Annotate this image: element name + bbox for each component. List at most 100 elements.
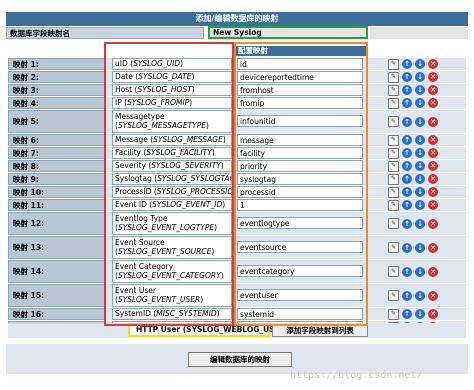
delete-icon[interactable]: ✕ bbox=[428, 174, 438, 184]
arrow-down-icon[interactable]: ↓ bbox=[415, 309, 425, 319]
delete-icon[interactable]: ✕ bbox=[428, 218, 438, 229]
arrow-down-icon[interactable]: ↓ bbox=[415, 161, 425, 171]
arrow-down-icon[interactable]: ↓ bbox=[415, 200, 425, 210]
row-actions: ✎↑↓✕ bbox=[388, 58, 442, 70]
arrow-down-icon[interactable]: ↓ bbox=[415, 98, 425, 108]
arrow-up-icon[interactable]: ↑ bbox=[402, 135, 412, 145]
mapping-row-label: 映射 12: bbox=[8, 212, 106, 235]
row-actions: ✎↑↓✕ bbox=[388, 260, 442, 283]
delete-icon[interactable]: ✕ bbox=[428, 135, 438, 145]
delete-icon[interactable]: ✕ bbox=[428, 98, 438, 108]
property-highlight-box bbox=[104, 42, 234, 326]
mapping-row-label: 映射 2: bbox=[8, 71, 106, 83]
delete-icon[interactable]: ✕ bbox=[428, 309, 438, 319]
arrow-down-icon[interactable]: ↓ bbox=[415, 266, 425, 277]
edit-icon[interactable]: ✎ bbox=[388, 266, 399, 277]
arrow-down-icon[interactable]: ↓ bbox=[415, 85, 425, 95]
row-actions: ✎↑↓✕ bbox=[388, 173, 442, 185]
arrow-up-icon[interactable]: ↑ bbox=[402, 200, 412, 210]
mapping-row-label: 映射 1: bbox=[8, 58, 106, 70]
row-actions: ✎↑↓✕ bbox=[388, 236, 442, 259]
save-mapping-button[interactable]: 编辑数据库的映射 bbox=[188, 352, 292, 367]
dialog-title: 添加/编辑数据库的映射 bbox=[6, 12, 468, 26]
row-actions: ✎↑↓✕ bbox=[388, 97, 442, 109]
arrow-up-icon[interactable]: ↑ bbox=[402, 187, 412, 197]
delete-icon[interactable]: ✕ bbox=[428, 242, 438, 253]
arrow-down-icon[interactable]: ↓ bbox=[415, 59, 425, 69]
arrow-up-icon[interactable]: ↑ bbox=[402, 218, 412, 229]
delete-icon[interactable]: ✕ bbox=[428, 200, 438, 210]
delete-icon[interactable]: ✕ bbox=[428, 161, 438, 171]
mapping-name-input[interactable]: New Syslog bbox=[208, 26, 368, 39]
arrow-up-icon[interactable]: ↑ bbox=[402, 161, 412, 171]
mapping-row-label: 映射 15: bbox=[8, 284, 106, 307]
arrow-down-icon[interactable]: ↓ bbox=[415, 174, 425, 184]
edit-icon[interactable]: ✎ bbox=[388, 97, 399, 109]
delete-icon[interactable]: ✕ bbox=[428, 148, 438, 158]
mapping-row-label: 映射 4: bbox=[8, 97, 106, 109]
arrow-up-icon[interactable]: ↑ bbox=[402, 290, 412, 301]
row-actions: ✎↑↓✕ bbox=[388, 110, 442, 133]
arrow-up-icon[interactable]: ↑ bbox=[402, 59, 412, 69]
name-row-spacer bbox=[370, 27, 468, 39]
edit-icon[interactable]: ✎ bbox=[388, 134, 399, 146]
arrow-down-icon[interactable]: ↓ bbox=[415, 242, 425, 253]
arrow-down-icon[interactable]: ↓ bbox=[415, 290, 425, 301]
arrow-down-icon[interactable]: ↓ bbox=[415, 135, 425, 145]
mapping-row-label: 映射 11: bbox=[8, 199, 106, 211]
delete-icon[interactable]: ✕ bbox=[428, 85, 438, 95]
mapping-row-label: 映射 6: bbox=[8, 134, 106, 146]
edit-icon[interactable]: ✎ bbox=[388, 71, 399, 83]
arrow-up-icon[interactable]: ↑ bbox=[402, 242, 412, 253]
mapping-highlight-box bbox=[234, 42, 368, 326]
arrow-down-icon[interactable]: ↓ bbox=[415, 72, 425, 82]
edit-icon[interactable]: ✎ bbox=[388, 186, 399, 198]
edit-icon[interactable]: ✎ bbox=[388, 290, 399, 301]
mapping-row-label: 映射 9: bbox=[8, 173, 106, 185]
row-actions: ✎↑↓✕ bbox=[388, 284, 442, 307]
delete-icon[interactable]: ✕ bbox=[428, 290, 438, 301]
edit-icon[interactable]: ✎ bbox=[388, 116, 399, 127]
edit-icon[interactable]: ✎ bbox=[388, 218, 399, 229]
arrow-up-icon[interactable]: ↑ bbox=[402, 174, 412, 184]
mapping-row-label: 映射 7: bbox=[8, 147, 106, 159]
arrow-up-icon[interactable]: ↑ bbox=[402, 266, 412, 277]
row-actions: ✎↑↓✕ bbox=[388, 147, 442, 159]
arrow-up-icon[interactable]: ↑ bbox=[402, 98, 412, 108]
arrow-up-icon[interactable]: ↑ bbox=[402, 85, 412, 95]
mapping-row-label: 映射 16: bbox=[8, 308, 106, 320]
delete-icon[interactable]: ✕ bbox=[428, 72, 438, 82]
edit-icon[interactable]: ✎ bbox=[388, 160, 399, 172]
row-actions: ✎↑↓✕ bbox=[388, 84, 442, 96]
arrow-up-icon[interactable]: ↑ bbox=[402, 148, 412, 158]
arrow-up-icon[interactable]: ↑ bbox=[402, 116, 412, 127]
arrow-up-icon[interactable]: ↑ bbox=[402, 309, 412, 319]
mapping-row-label: 映射 13: bbox=[8, 236, 106, 259]
arrow-up-icon[interactable]: ↑ bbox=[402, 72, 412, 82]
edit-icon[interactable]: ✎ bbox=[388, 58, 399, 70]
row-actions: ✎↑↓✕ bbox=[388, 308, 442, 320]
edit-icon[interactable]: ✎ bbox=[388, 308, 399, 320]
delete-icon[interactable]: ✕ bbox=[428, 187, 438, 197]
row-actions: ✎↑↓✕ bbox=[388, 212, 442, 235]
watermark: https://blog.csdn.net/ bbox=[290, 370, 423, 381]
row-actions: ✎↑↓✕ bbox=[388, 160, 442, 172]
mapping-row-label: 映射 14: bbox=[8, 260, 106, 283]
edit-icon[interactable]: ✎ bbox=[388, 147, 399, 159]
arrow-down-icon[interactable]: ↓ bbox=[415, 148, 425, 158]
delete-icon[interactable]: ✕ bbox=[428, 266, 438, 277]
row-actions: ✎↑↓✕ bbox=[388, 199, 442, 211]
mapping-row-label: 映射 10: bbox=[8, 186, 106, 198]
delete-icon[interactable]: ✕ bbox=[428, 116, 438, 127]
row-actions: ✎↑↓✕ bbox=[388, 186, 442, 198]
arrow-down-icon[interactable]: ↓ bbox=[415, 218, 425, 229]
mapping-row-label: 映射 8: bbox=[8, 160, 106, 172]
edit-icon[interactable]: ✎ bbox=[388, 84, 399, 96]
delete-icon[interactable]: ✕ bbox=[428, 59, 438, 69]
row-actions: ✎↑↓✕ bbox=[388, 71, 442, 83]
edit-icon[interactable]: ✎ bbox=[388, 199, 399, 211]
arrow-down-icon[interactable]: ↓ bbox=[415, 187, 425, 197]
arrow-down-icon[interactable]: ↓ bbox=[415, 116, 425, 127]
edit-icon[interactable]: ✎ bbox=[388, 173, 399, 185]
edit-icon[interactable]: ✎ bbox=[388, 242, 399, 253]
